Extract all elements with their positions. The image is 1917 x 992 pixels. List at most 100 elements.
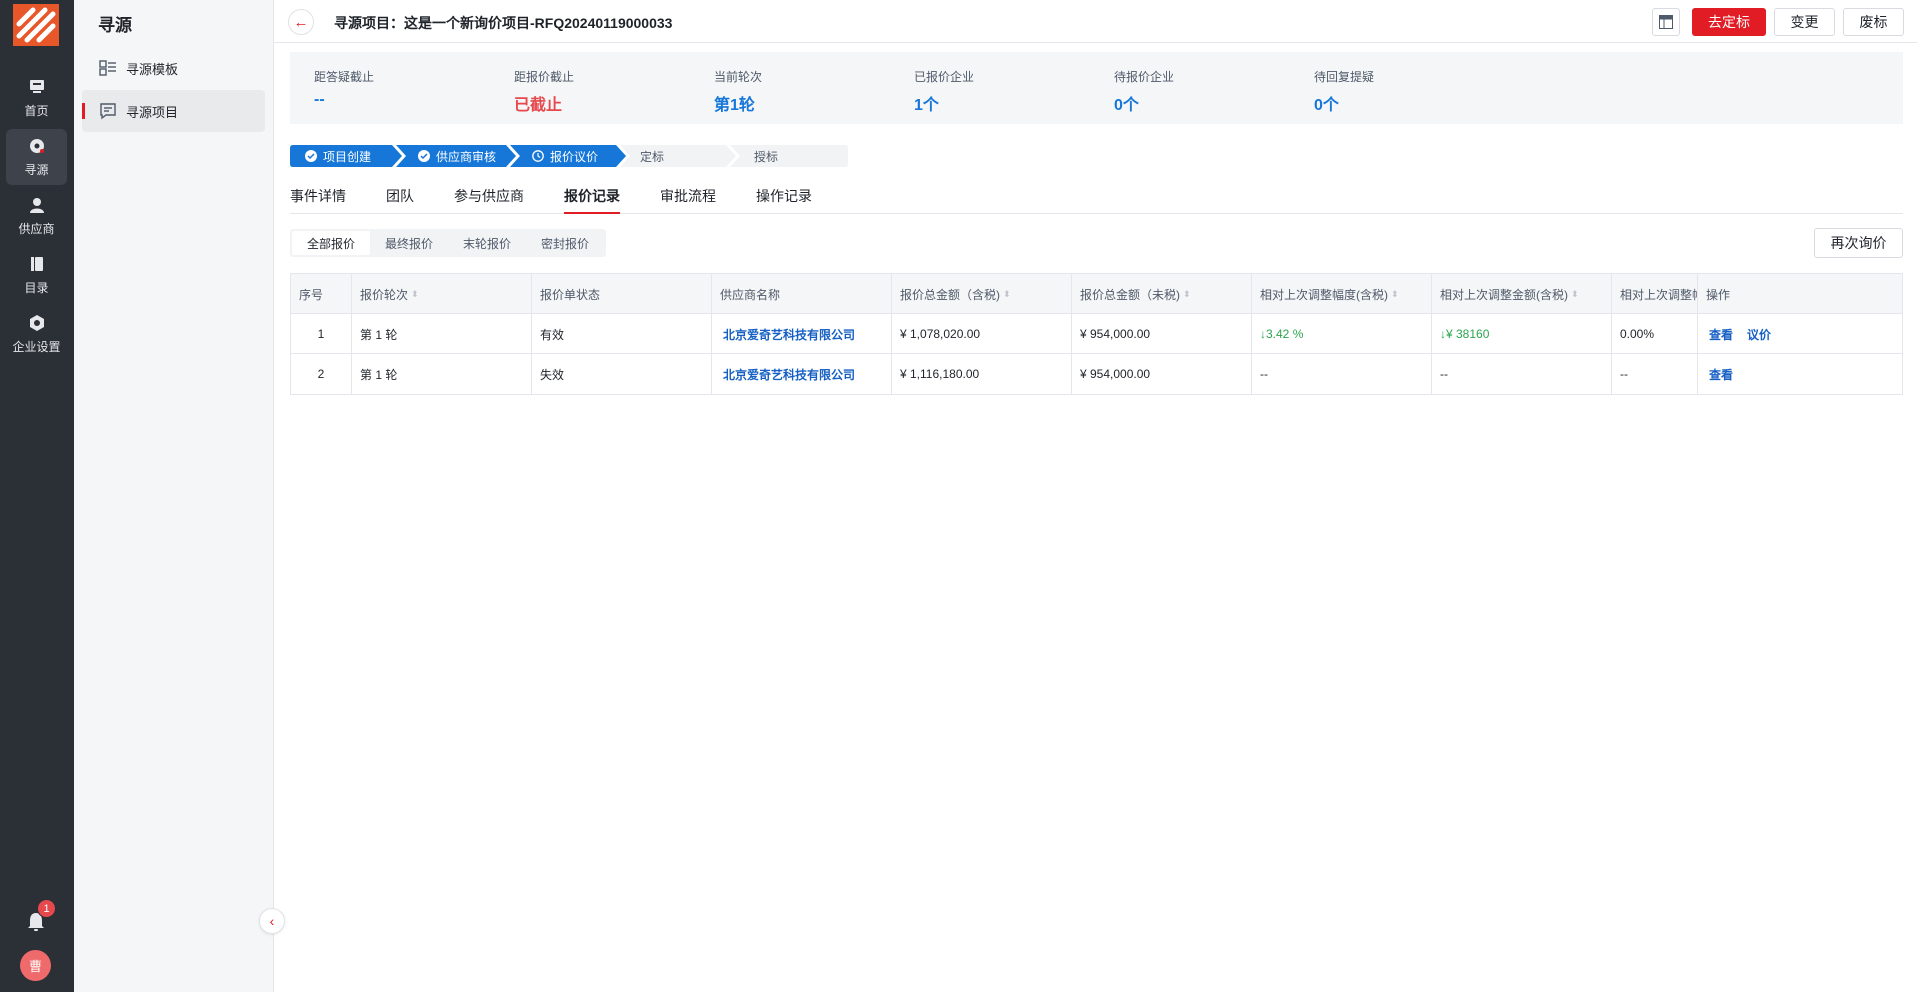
rail-item-sourcing[interactable]: 寻源	[6, 129, 67, 185]
cell-round: 第 1 轮	[352, 314, 532, 354]
stat-label: 待回复提疑	[1314, 70, 1375, 84]
column-header[interactable]: 报价总金额（含税) ⬍	[892, 274, 1072, 314]
check-circle-icon	[305, 150, 317, 162]
negotiate-link[interactable]: 议价	[1747, 326, 1771, 343]
change-button[interactable]: 变更	[1774, 8, 1835, 36]
cell-operations: 查看 议价	[1698, 314, 1903, 354]
back-button[interactable]: ←	[288, 9, 314, 35]
tab-operation-log[interactable]: 操作记录	[756, 186, 812, 214]
rail-item-home[interactable]: 首页	[6, 70, 67, 126]
rail-item-label: 供应商	[18, 221, 55, 236]
stat-current-round: 当前轮次 第1轮	[714, 68, 762, 115]
detail-tabs: 事件详情 团队 参与供应商 报价记录 审批流程 操作记录	[290, 176, 1903, 214]
reinquire-button[interactable]: 再次询价	[1814, 228, 1903, 258]
tab-approval-flow[interactable]: 审批流程	[660, 186, 716, 214]
collapse-sidebar-button[interactable]: ‹	[259, 908, 285, 934]
cell-no: 2	[291, 354, 352, 394]
cell-no: 1	[291, 314, 352, 354]
sort-icon: ⬍	[411, 288, 419, 299]
stat-value: 0个	[1114, 97, 1139, 114]
cell-adjust-percent: ↓3.42 %	[1252, 314, 1432, 354]
subnav-item-template[interactable]: 寻源模板	[82, 47, 265, 89]
subnav-item-label: 寻源项目	[126, 104, 179, 120]
subtab-last-round-quotes[interactable]: 末轮报价	[448, 231, 526, 255]
step-award-decision: 定标	[620, 145, 736, 167]
stat-pending-companies: 待报价企业 0个	[1114, 68, 1174, 115]
table-row: 1 第 1 轮 有效 北京爱奇艺科技有限公司 ¥ 1,078,020.00 ¥ …	[291, 314, 1902, 354]
arrow-left-icon: ←	[293, 13, 309, 31]
column-header[interactable]: 报价总金额（未税) ⬍	[1072, 274, 1252, 314]
subtab-final-quotes[interactable]: 最终报价	[370, 231, 448, 255]
page-title: 寻源项目：这是一个新询价项目-RFQ20240119000033	[334, 15, 673, 31]
stat-value: 已截止	[514, 97, 563, 114]
rail-item-catalog[interactable]: 目录	[6, 247, 67, 303]
view-link[interactable]: 查看	[1709, 366, 1733, 383]
sort-icon: ⬍	[1571, 288, 1579, 299]
subnav-title: 寻源	[98, 16, 132, 35]
cell-total-notax: ¥ 954,000.00	[1072, 314, 1252, 354]
view-link[interactable]: 查看	[1709, 326, 1733, 343]
page-header: ← 寻源项目：这是一个新询价项目-RFQ20240119000033 去定标 变…	[274, 0, 1917, 43]
subtab-all-quotes[interactable]: 全部报价	[292, 231, 371, 255]
supplier-link[interactable]: 北京爱奇艺科技有限公司	[723, 326, 855, 343]
supplier-icon	[29, 197, 44, 213]
tab-participating-suppliers[interactable]: 参与供应商	[454, 186, 524, 214]
sourcing-icon	[29, 138, 44, 153]
supplier-link[interactable]: 北京爱奇艺科技有限公司	[723, 366, 855, 383]
sort-icon: ⬍	[1003, 288, 1011, 299]
tab-quote-records[interactable]: 报价记录	[564, 186, 620, 214]
abandon-bid-button[interactable]: 废标	[1843, 8, 1904, 36]
app-logo[interactable]	[13, 4, 59, 46]
settings-icon	[29, 314, 44, 331]
clock-icon	[532, 150, 544, 162]
stat-label: 待报价企业	[1114, 70, 1175, 84]
stat-label: 距报价截止	[514, 70, 575, 84]
cell-total-notax: ¥ 954,000.00	[1072, 354, 1252, 394]
column-header[interactable]: 相对上次调整金额(含税) ⬍	[1432, 274, 1612, 314]
sort-icon: ⬍	[1183, 288, 1191, 299]
chevron-left-icon: ‹	[269, 913, 275, 929]
rail-item-supplier[interactable]: 供应商	[6, 188, 67, 244]
step-quote-negotiation: 报价议价	[510, 145, 626, 167]
step-label: 授标	[754, 149, 779, 164]
column-header: 报价单状态	[532, 274, 712, 314]
step-label: 定标	[640, 149, 665, 164]
cell-supplier: 北京爱奇艺科技有限公司	[712, 314, 892, 354]
table-header-row: 序号 报价轮次 ⬍ 报价单状态 供应商名称 报价总金额（含税) ⬍ 报价总金额（未税…	[291, 274, 1902, 314]
award-button[interactable]: 去定标	[1692, 8, 1766, 36]
catalog-icon	[30, 256, 43, 271]
stat-quote-deadline: 距报价截止 已截止	[514, 68, 574, 115]
step-label: 供应商审核	[436, 149, 497, 164]
stat-label: 当前轮次	[714, 70, 763, 84]
column-header[interactable]: 相对上次调整幅度(含税) ⬍	[1252, 274, 1432, 314]
step-label: 项目创建	[323, 149, 372, 164]
avatar[interactable]: 曹	[20, 950, 51, 981]
quote-table: 序号 报价轮次 ⬍ 报价单状态 供应商名称 报价总金额（含税) ⬍ 报价总金额（未税…	[290, 273, 1903, 395]
rail-item-settings[interactable]: 企业设置	[6, 306, 67, 362]
home-icon	[29, 79, 44, 93]
cell-adjust-other: --	[1612, 354, 1698, 394]
layout-toggle-button[interactable]	[1652, 8, 1680, 36]
cell-status: 失效	[532, 354, 712, 394]
cell-operations: 查看	[1698, 354, 1903, 394]
subnav-item-project[interactable]: 寻源项目	[82, 90, 265, 132]
cell-status: 有效	[532, 314, 712, 354]
cell-total-tax: ¥ 1,116,180.00	[892, 354, 1072, 394]
stat-label: 距答疑截止	[314, 70, 375, 84]
subnav-item-label: 寻源模板	[126, 61, 179, 77]
cell-adjust-amount: ↓¥ 38160	[1432, 314, 1612, 354]
tab-team[interactable]: 团队	[386, 186, 414, 214]
stat-label: 已报价企业	[914, 70, 975, 84]
rail-item-label: 目录	[24, 280, 49, 295]
column-header: 操作	[1706, 287, 1731, 302]
rail-item-label: 首页	[24, 103, 49, 118]
left-rail: 首页 寻源 供应商 目录 企业设置 1 曹	[0, 0, 74, 992]
column-header: 序号	[291, 274, 352, 314]
tab-event-details[interactable]: 事件详情	[290, 186, 346, 214]
column-header[interactable]: 报价轮次 ⬍	[352, 274, 532, 314]
step-award-grant: 授标	[730, 145, 848, 167]
notification-badge: 1	[37, 899, 56, 918]
check-circle-icon	[418, 150, 430, 162]
rail-item-label: 寻源	[24, 162, 49, 177]
subtab-sealed-quotes[interactable]: 密封报价	[526, 231, 604, 255]
